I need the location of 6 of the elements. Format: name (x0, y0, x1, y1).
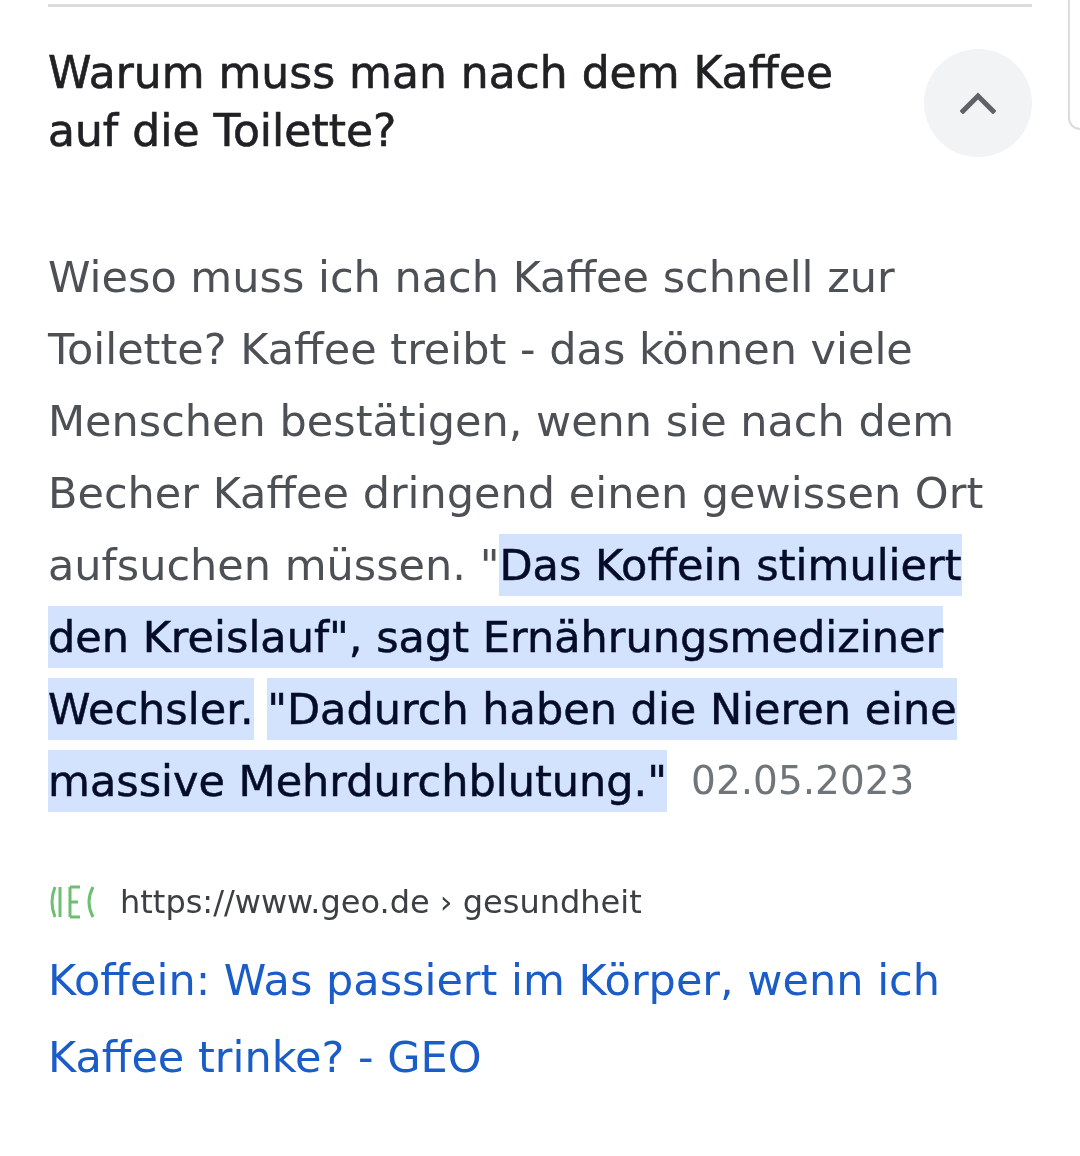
answer-date: 02.05.2023 (691, 757, 915, 805)
question-title: Warum muss man nach dem Kaffee auf die Toilette? (48, 46, 835, 158)
site-logo-icon (48, 884, 96, 920)
result-title-link[interactable]: Koffein: Was passiert im Körper, wenn ich Kaffee trinke? - GEO (48, 942, 1008, 1096)
source-url[interactable]: https://www.geo.de › gesundheit (120, 883, 642, 921)
chevron-icon (960, 92, 996, 114)
